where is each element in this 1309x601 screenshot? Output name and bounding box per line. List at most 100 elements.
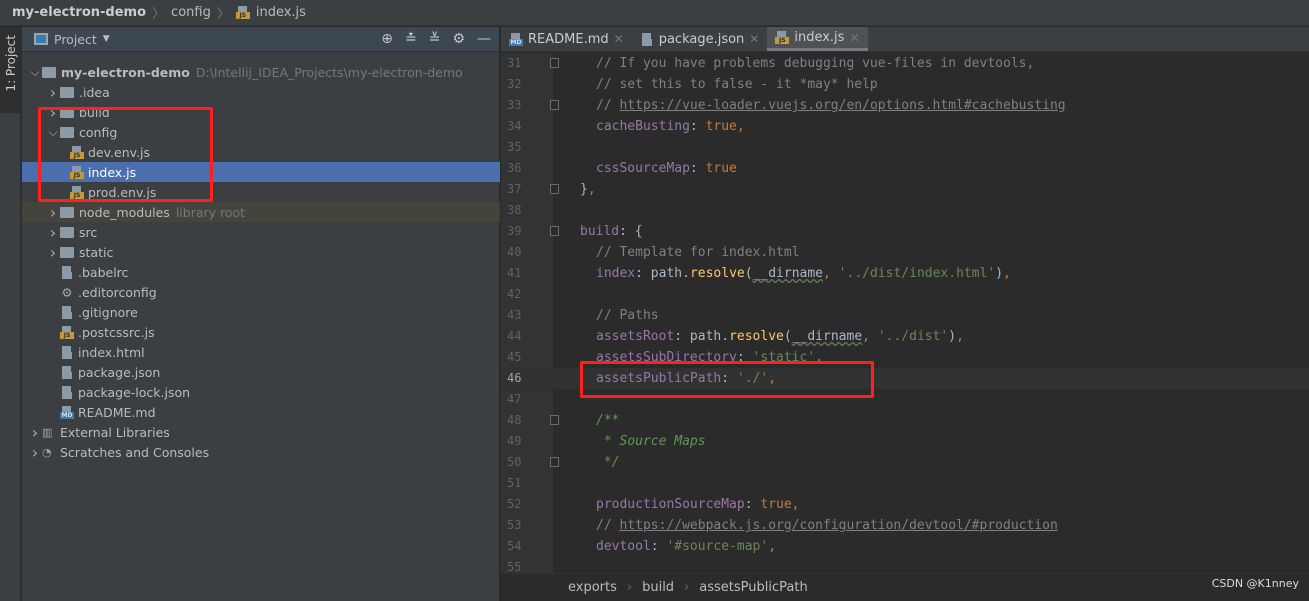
gear-icon[interactable]: ⚙ bbox=[452, 31, 465, 47]
code-token: __dirname bbox=[752, 266, 824, 281]
tree-item[interactable]: ⌵ my-electron-demo D:\Intellij_IDEA_Projec… bbox=[22, 62, 500, 82]
expand-all-icon[interactable]: ≛ bbox=[405, 31, 417, 47]
code-text: devtool: '#source-map', bbox=[596, 536, 776, 557]
code-breadcrumb-item[interactable]: build bbox=[642, 580, 674, 595]
line-number: 43 bbox=[507, 308, 522, 322]
tab-label: README.md bbox=[528, 31, 609, 47]
tree-item[interactable]: › ◔ Scratches and Consoles bbox=[22, 442, 500, 462]
tree-item[interactable]: › node_modules library root bbox=[22, 202, 500, 222]
code-line: 53 // https://webpack.js.org/configuratio… bbox=[501, 515, 1309, 536]
code-breadcrumb-item[interactable]: exports bbox=[568, 580, 617, 595]
fold-marker-icon[interactable] bbox=[550, 184, 559, 194]
code-token: // bbox=[596, 518, 620, 533]
chevron-right-icon[interactable]: › bbox=[46, 83, 60, 102]
code-breadcrumb-item[interactable]: assetsPublicPath bbox=[699, 580, 807, 595]
code-line: 39 build: { bbox=[501, 221, 1309, 242]
locate-icon[interactable]: ⊕ bbox=[381, 31, 393, 47]
file-icon bbox=[60, 265, 74, 279]
tree-item[interactable]: ⚙ .editorconfig bbox=[22, 282, 500, 302]
code-token: , bbox=[768, 539, 777, 554]
code-token: : { bbox=[619, 224, 643, 239]
code-token: https://webpack.js.org/configuration/dev… bbox=[619, 518, 1058, 533]
line-number: 31 bbox=[507, 56, 522, 70]
tab-label: index.js bbox=[794, 30, 845, 45]
chevron-right-icon[interactable]: › bbox=[46, 203, 60, 222]
tree-item[interactable]: .postcssrc.js bbox=[22, 322, 500, 342]
close-icon[interactable]: ✕ bbox=[849, 31, 859, 45]
chevron-down-icon[interactable]: ⌵ bbox=[28, 65, 42, 80]
tab-package-json[interactable]: package.json ✕ bbox=[632, 27, 768, 51]
chevron-right-icon[interactable]: › bbox=[46, 243, 60, 262]
code-text: /** bbox=[596, 410, 619, 431]
chevron-right-icon[interactable]: › bbox=[46, 223, 60, 242]
close-icon[interactable]: ✕ bbox=[614, 32, 624, 46]
file-icon bbox=[60, 305, 74, 319]
html-file-icon bbox=[60, 345, 74, 359]
js-file-icon bbox=[60, 325, 74, 339]
tree-item[interactable]: package-lock.json bbox=[22, 382, 500, 402]
close-icon[interactable]: ✕ bbox=[749, 32, 759, 46]
fold-marker-icon[interactable] bbox=[550, 457, 559, 467]
minimize-icon[interactable]: — bbox=[477, 31, 491, 47]
tree-item[interactable]: index.html bbox=[22, 342, 500, 362]
project-view-selector[interactable]: Project bbox=[54, 32, 97, 47]
tree-item-label: package-lock.json bbox=[78, 384, 191, 400]
code-text: // Template for index.html bbox=[596, 242, 800, 263]
fold-marker-icon[interactable] bbox=[550, 415, 559, 425]
tree-item-label: .postcssrc.js bbox=[78, 324, 155, 340]
code-token: productionSourceMap bbox=[596, 497, 745, 512]
breadcrumb-item[interactable]: config bbox=[171, 5, 211, 20]
tree-item-label: Scratches and Consoles bbox=[60, 444, 210, 460]
project-panel-header: Project ▼ ⊕ ≛ ≚ ⚙ — bbox=[22, 27, 499, 52]
tab-index-js[interactable]: index.js ✕ bbox=[767, 27, 868, 51]
tool-window-strip: 1: Project bbox=[0, 27, 21, 601]
tree-item[interactable]: › ▥ External Libraries bbox=[22, 422, 500, 442]
line-number: 34 bbox=[507, 119, 522, 133]
tree-item[interactable]: › static bbox=[22, 242, 500, 262]
watermark: CSDN @K1nney bbox=[1211, 577, 1299, 590]
line-number: 54 bbox=[507, 539, 522, 553]
code-line: 34 cacheBusting: true, bbox=[501, 116, 1309, 137]
code-token: ) bbox=[995, 266, 1004, 281]
breadcrumb-item[interactable]: index.js bbox=[256, 5, 306, 20]
code-line: 50 */ bbox=[501, 452, 1309, 473]
tree-item[interactable]: README.md bbox=[22, 402, 500, 422]
code-line: 36 cssSourceMap: true bbox=[501, 158, 1309, 179]
tree-item[interactable]: .babelrc bbox=[22, 262, 500, 282]
collapse-all-icon[interactable]: ≚ bbox=[429, 31, 441, 47]
breadcrumb-item[interactable]: my-electron-demo bbox=[12, 5, 146, 20]
tree-item[interactable]: .gitignore bbox=[22, 302, 500, 322]
code-token: // bbox=[596, 98, 620, 113]
tree-item-hint: library root bbox=[175, 204, 246, 220]
tree-item-label: static bbox=[79, 244, 114, 260]
tab-readme-md[interactable]: README.md ✕ bbox=[501, 27, 632, 51]
code-token: true, bbox=[760, 497, 800, 512]
fold-marker-icon[interactable] bbox=[550, 226, 559, 236]
code-breadcrumb: exports › build › assetsPublicPath bbox=[501, 573, 1309, 601]
fold-marker-icon[interactable] bbox=[550, 58, 559, 68]
tree-item-label: src bbox=[79, 224, 98, 240]
code-token: : bbox=[689, 119, 706, 134]
highlight-box-assets-public-path bbox=[580, 361, 874, 398]
line-number: 47 bbox=[507, 392, 522, 406]
line-number: 40 bbox=[507, 245, 522, 259]
chevron-right-icon[interactable]: › bbox=[28, 423, 42, 442]
file-icon bbox=[60, 385, 74, 399]
project-tool-tab[interactable]: 1: Project bbox=[0, 27, 21, 113]
tree-item[interactable]: › .idea bbox=[22, 82, 500, 102]
fold-marker-icon[interactable] bbox=[550, 100, 559, 110]
code-token: index bbox=[596, 266, 636, 281]
code-token: : path. bbox=[635, 266, 690, 281]
line-number: 53 bbox=[507, 518, 522, 532]
code-editor[interactable]: 31 // If you have problems debugging vue-… bbox=[501, 53, 1309, 574]
project-tool-label: 1: Project bbox=[3, 35, 18, 92]
tree-item[interactable]: › src bbox=[22, 222, 500, 242]
chevron-down-icon[interactable]: ▼ bbox=[103, 34, 110, 44]
code-token: * Source Maps bbox=[596, 434, 706, 449]
line-number: 41 bbox=[507, 266, 522, 280]
chevron-right-icon[interactable]: › bbox=[28, 443, 42, 462]
tree-item-label: index.html bbox=[78, 344, 145, 360]
line-number: 51 bbox=[507, 476, 522, 490]
tree-item[interactable]: package.json bbox=[22, 362, 500, 382]
code-token: , bbox=[587, 182, 596, 197]
